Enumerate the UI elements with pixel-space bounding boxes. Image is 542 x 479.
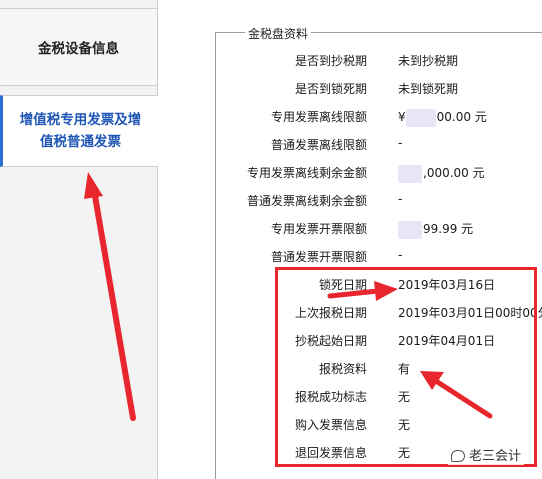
info-value: ,000.00 元 xyxy=(423,166,485,180)
info-label: 普通发票离线限额 xyxy=(270,138,367,152)
info-value: - xyxy=(398,192,403,206)
info-value: 00.00 元 xyxy=(436,110,487,124)
info-label: 普通发票离线剩余金额 xyxy=(246,194,367,208)
info-label: 是否到抄税期 xyxy=(294,54,367,68)
tab-vat-invoices-label-line2: 值税普通发票 xyxy=(40,134,121,150)
info-label: 专用发票开票限额 xyxy=(270,222,367,236)
info-row-copy-tax-period: 是否到抄税期 未到抄税期 xyxy=(215,48,542,74)
info-value-container: 99.99 元 xyxy=(398,220,473,239)
info-row-normal-offline-limit: 普通发票离线限额 - xyxy=(215,132,542,158)
tab-vat-invoices[interactable]: 增值税专用发票及增 值税普通发票 xyxy=(0,95,158,167)
info-row-special-invoice-limit: 专用发票开票限额 99.99 元 xyxy=(215,216,542,242)
info-value: - xyxy=(398,248,403,262)
info-label: 专用发票离线限额 xyxy=(270,110,367,124)
info-label: 专用发票离线剩余金额 xyxy=(246,166,367,180)
info-value: 未到抄税期 xyxy=(398,54,459,68)
info-value-container: ¥00.00 元 xyxy=(398,108,487,127)
side-nav: 金税设备信息 增值税专用发票及增 值税普通发票 xyxy=(0,0,158,479)
redacted-block xyxy=(398,164,422,183)
info-label: 是否到锁死期 xyxy=(294,82,367,96)
currency-symbol: ¥ xyxy=(398,110,406,124)
info-value: 99.99 元 xyxy=(423,222,474,236)
info-row-special-offline-remaining: 专用发票离线剩余金额 ,000.00 元 xyxy=(215,160,542,186)
info-row-normal-offline-remaining: 普通发票离线剩余金额 - xyxy=(215,188,542,214)
group-title: 金税盘资料 xyxy=(245,25,312,42)
redacted-block xyxy=(405,108,436,127)
tab-vat-invoices-label-line1: 增值税专用发票及增 xyxy=(19,112,142,128)
chat-bubble-icon xyxy=(451,450,465,462)
info-value: 未到锁死期 xyxy=(398,82,459,96)
tab-device-info-label: 金税设备信息 xyxy=(38,41,119,57)
info-label: 普通发票开票限额 xyxy=(270,250,367,264)
redacted-block xyxy=(398,220,422,239)
info-value: - xyxy=(398,136,403,150)
watermark-text: 老三会计 xyxy=(469,449,522,464)
info-value-container: ,000.00 元 xyxy=(398,164,485,183)
info-row-special-offline-limit: 专用发票离线限额 ¥00.00 元 xyxy=(215,104,542,130)
info-row-lock-period: 是否到锁死期 未到锁死期 xyxy=(215,76,542,102)
watermark: 老三会计 xyxy=(448,444,525,465)
tab-device-info[interactable]: 金税设备信息 xyxy=(0,8,157,86)
highlight-box xyxy=(275,267,537,467)
